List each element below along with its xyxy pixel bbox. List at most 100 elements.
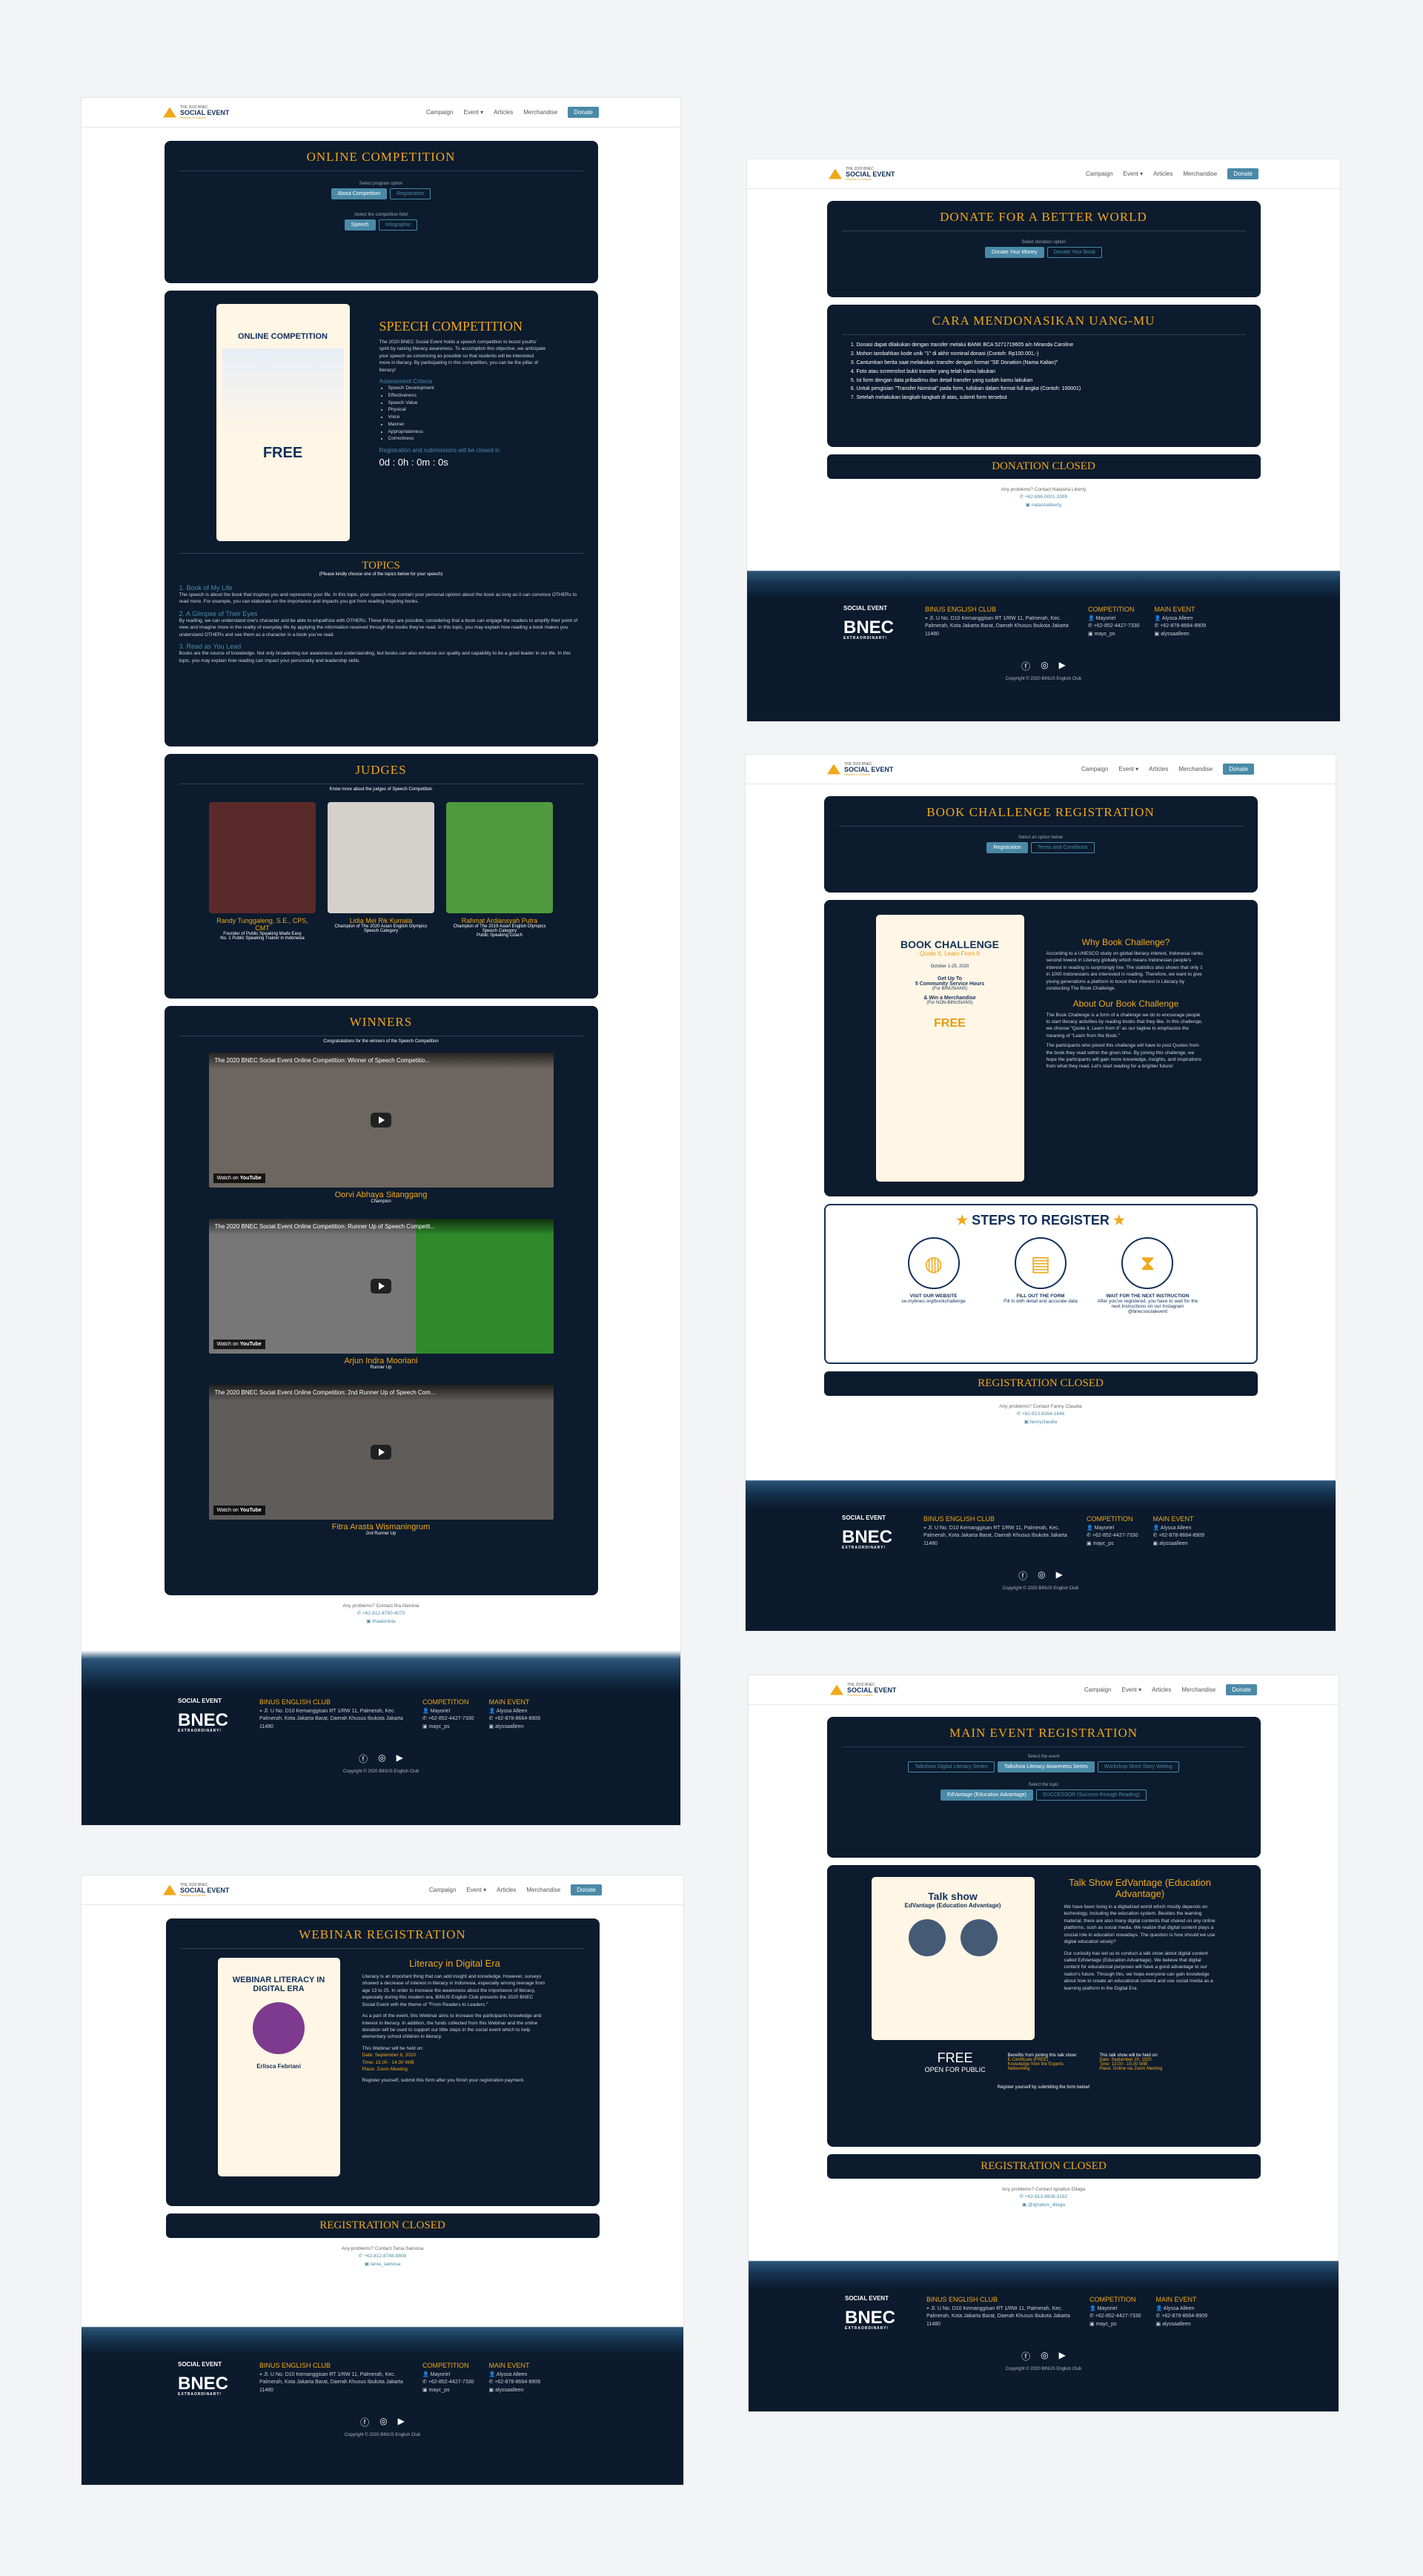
nav-donate-button[interactable]: Donate	[1226, 1684, 1257, 1695]
nav-campaign[interactable]: Campaign	[426, 109, 453, 116]
nav-donate-button[interactable]: Donate	[1227, 168, 1258, 179]
nav-articles[interactable]: Articles	[1153, 170, 1172, 177]
nav-articles[interactable]: Articles	[497, 1887, 516, 1893]
brand-logo[interactable]: THE 2020 BNEC SOCIAL EVENT Readers to Lead…	[827, 762, 893, 776]
brand-logo[interactable]: THE 2020 BNEC SOCIAL EVENT Readers to Lead…	[830, 1683, 896, 1697]
nav-merchandise[interactable]: Merchandise	[526, 1887, 560, 1893]
youtube-embed[interactable]: The 2020 BNEC Social Event Online Compet…	[208, 1219, 554, 1354]
series-digital-button[interactable]: Talkshow Digital Literacy Series	[908, 1761, 995, 1772]
contact-line[interactable]: ▣ fannyclaudia	[746, 1419, 1336, 1426]
line-icon: ▣ mayc_ps	[1088, 631, 1115, 637]
footer-main-event-title: MAIN EVENT	[1152, 1515, 1194, 1523]
infographic-button[interactable]: Infographic	[378, 219, 418, 231]
contact-phone[interactable]: ✆ +62-813-8364-1646	[746, 1411, 1336, 1418]
speech-button[interactable]: Speech	[344, 219, 376, 231]
poster-illustration	[222, 348, 344, 437]
nav-articles[interactable]: Articles	[1149, 766, 1168, 772]
webinar-text: Literacy is an important thing that can …	[362, 1974, 545, 2007]
nav-merchandise[interactable]: Merchandise	[1183, 170, 1217, 177]
about-competition-button[interactable]: About Competition	[331, 188, 388, 199]
talkshow-poster: Talk show EdVantage (Education Advantage…	[871, 1877, 1035, 2040]
instagram-icon[interactable]: ◎	[1041, 2350, 1048, 2363]
contact-line[interactable]: ▣ ifraalenloia	[82, 1618, 680, 1626]
nav-event[interactable]: Event ▾	[463, 109, 483, 116]
youtube-icon[interactable]: ▶	[1059, 2350, 1066, 2363]
facebook-icon[interactable]: ⓕ	[1021, 660, 1030, 672]
webinar-text-2: As a part of the event, this Webinar aim…	[362, 2013, 542, 2040]
play-icon[interactable]	[371, 1445, 391, 1460]
brand-logo[interactable]: THE 2020 BNEC SOCIAL EVENT Readers to Lead…	[163, 1883, 229, 1897]
nav-merchandise[interactable]: Merchandise	[523, 109, 557, 116]
nav-campaign[interactable]: Campaign	[429, 1887, 456, 1893]
about-text: The Book Challenge is a form of a challe…	[1046, 1012, 1203, 1039]
nav-campaign[interactable]: Campaign	[1081, 766, 1108, 772]
instagram-icon[interactable]: ◎	[1041, 660, 1048, 672]
contact-phone[interactable]: ✆ +62-896-0001-3399	[747, 494, 1340, 501]
contact-line[interactable]: ▣ @ignatius_dilaga	[749, 2202, 1339, 2209]
instagram-icon[interactable]: ◎	[378, 1752, 385, 1765]
nav-articles[interactable]: Articles	[494, 109, 513, 116]
user-icon: 👤 Alyssa Alleen	[1152, 1525, 1192, 1531]
series-awareness-button[interactable]: Talkshow Literacy Awareness Series	[997, 1761, 1095, 1772]
line-icon: ▣ mayc_ps	[422, 2387, 450, 2393]
webinar-poster: WEBINAR LITERACY IN DIGITAL ERA Erlisca …	[217, 1958, 340, 2176]
watch-on-youtube[interactable]: Watch on YouTube	[213, 1173, 265, 1183]
topic-successor-button[interactable]: SUCCESSOR (Success through Reading)	[1035, 1789, 1147, 1801]
nav-articles[interactable]: Articles	[1152, 1686, 1171, 1693]
series-workshop-button[interactable]: Workshop Short Story Writing	[1097, 1761, 1179, 1772]
instagram-icon[interactable]: ◎	[1038, 1569, 1045, 1582]
donate-money-button[interactable]: Donate Your Money	[985, 247, 1044, 258]
contact-phone[interactable]: ✆ +62-812-8790-4070	[82, 1610, 680, 1618]
nav-donate-button[interactable]: Donate	[571, 1884, 602, 1895]
contact-line[interactable]: ▣ tania_samosa	[82, 2261, 683, 2268]
watch-on-youtube[interactable]: Watch on YouTube	[213, 1340, 265, 1349]
nav-event[interactable]: Event ▾	[466, 1887, 486, 1893]
terms-button[interactable]: Terms and Conditions	[1030, 842, 1095, 853]
line-icon: ▣ alyssaalleen	[1152, 1540, 1188, 1546]
nav-campaign[interactable]: Campaign	[1086, 170, 1112, 177]
youtube-icon[interactable]: ▶	[1059, 660, 1066, 672]
navbar: THE 2020 BNEC SOCIAL EVENT Readers to Lead…	[749, 1675, 1339, 1705]
play-icon[interactable]	[371, 1279, 391, 1294]
donate-book-button[interactable]: Donate Your Book	[1046, 247, 1102, 258]
registration-button[interactable]: Registration	[986, 842, 1028, 853]
nav-merchandise[interactable]: Merchandise	[1181, 1686, 1215, 1693]
copyright: Copyright © 2020 BINUS English Club	[344, 2433, 421, 2437]
nav-event[interactable]: Event ▾	[1118, 766, 1138, 772]
play-icon[interactable]	[371, 1113, 391, 1128]
nav-event[interactable]: Event ▾	[1123, 170, 1143, 177]
nav-event[interactable]: Event ▾	[1121, 1686, 1141, 1693]
judge-photo	[209, 802, 316, 913]
brand-logo[interactable]: THE 2020 BNEC SOCIAL EVENT Readers to Lead…	[829, 167, 895, 181]
youtube-embed[interactable]: The 2020 BNEC Social Event Online Compet…	[208, 1385, 554, 1520]
contact-line[interactable]: ▣ natashaliberty	[747, 502, 1340, 509]
facebook-icon[interactable]: ⓕ	[360, 2416, 369, 2428]
facebook-icon[interactable]: ⓕ	[1021, 2350, 1030, 2363]
facebook-icon[interactable]: ⓕ	[359, 1752, 368, 1765]
youtube-icon[interactable]: ▶	[398, 2416, 405, 2428]
contact-phone[interactable]: ✆ +62-812-8748-8808	[82, 2253, 683, 2260]
youtube-icon[interactable]: ▶	[1056, 1569, 1063, 1582]
speech-description: The 2020 BNEC Social Event holds a speec…	[379, 340, 546, 373]
phone-icon: ✆ +62-852-4427-7330	[422, 1716, 474, 1721]
nav-campaign[interactable]: Campaign	[1084, 1686, 1111, 1693]
registration-button[interactable]: Registration	[390, 188, 431, 199]
brand-logo[interactable]: THE 2020 BNEC SOCIAL EVENT Readers to Lead…	[163, 105, 229, 119]
watch-on-youtube[interactable]: Watch on YouTube	[213, 1506, 265, 1515]
youtube-icon[interactable]: ▶	[397, 1752, 403, 1765]
contact-phone[interactable]: ✆ +62-813-9836-3182	[749, 2193, 1339, 2201]
main-contact-line: alyssaalleen	[1162, 2321, 1191, 2327]
topic-edvantage-button[interactable]: EdVantage (Education Advantage)	[940, 1789, 1033, 1801]
instagram-icon[interactable]: ◎	[379, 2416, 387, 2428]
nav-donate-button[interactable]: Donate	[1223, 764, 1254, 775]
topic-number: 2.	[179, 609, 185, 617]
youtube-embed[interactable]: The 2020 BNEC Social Event Online Compet…	[208, 1053, 554, 1188]
talkshow-title: Talk Show EdVantage (Education Advantage…	[1069, 1877, 1211, 1899]
line-icon: ▣	[366, 1618, 371, 1624]
copyright: Copyright © 2020 BINUS English Club	[1005, 677, 1082, 681]
nav-merchandise[interactable]: Merchandise	[1178, 766, 1213, 772]
poster-title: Talk show	[928, 1890, 978, 1902]
facebook-icon[interactable]: ⓕ	[1018, 1569, 1027, 1582]
topic-description: Books are the source of knowledge. Not o…	[179, 651, 571, 663]
nav-donate-button[interactable]: Donate	[568, 107, 599, 118]
